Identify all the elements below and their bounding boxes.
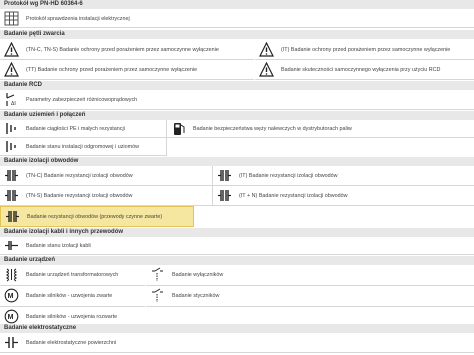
list-item-label: (TN-S) Badanie rezystancji izolacji obwo… [26,193,133,199]
list-item-cable-insulation[interactable]: Badanie stanu izolacji kabli [0,237,474,255]
section-header-protokol: Protokół wg PN-HD 60364-6 [0,0,474,9]
list-item-motor-shorted[interactable]: M Badanie silników - uzwojenia zwarte [0,286,145,307]
list-item-rcd-effectiveness[interactable]: Badanie skuteczności samoczynnego wyłącz… [255,60,474,80]
motor-icon: M [4,288,19,303]
list-item-pe-continuity[interactable]: Badanie ciągłości PE i małych rezystancj… [0,120,166,138]
contactor-icon [152,288,163,302]
warning-icon [4,62,19,77]
list-item-shorted-conductors[interactable]: Badanie rezystancji obwodów (przewody cz… [0,206,194,227]
list-item-label: Badanie styczników [172,293,220,299]
transformer-icon [5,268,18,282]
warning-icon [259,42,274,57]
list-item-it-insulation[interactable]: (IT) Badanie rezystancji izolacji obwodó… [213,166,474,186]
insulation-icon [218,190,231,201]
list-item-it-protection[interactable]: (IT) Badanie ochrony przed porażeniem pr… [255,39,474,60]
insulation-icon [5,170,18,181]
rcd-icon: ΔI [6,93,16,107]
section-header-urzadzen: Badanie urządzeń [0,256,474,265]
list-item-label: Badanie urządzeń transformatorowych [26,272,119,278]
list-item-electrostatic[interactable]: Badanie elektrostatyczne powierzchni [0,333,474,353]
list-item-tt-protection[interactable]: (TT) Badanie ochrony przed porażeniem pr… [0,60,254,80]
section-header-uziemien: Badanie uziemień i połączeń [0,111,474,120]
table-icon [4,11,19,26]
section-header-kabli: Badanie izolacji kabli i innych przewodó… [0,228,474,237]
static-icon [5,337,18,348]
section-header-izolacji: Badanie izolacji obwodów [0,157,474,166]
list-item-fuel-hoses[interactable]: Badanie bezpieczeństwa węży nalewczych w… [167,120,474,138]
breaker-icon [152,267,163,281]
ground-icon [6,123,16,134]
insulation-icon [218,170,231,181]
list-item-label: Parametry zabezpieczeń różnicowoprądowyc… [26,97,138,103]
motor-icon: M [4,309,19,324]
list-item-label: (IT + N) Badanie rezystancji izolacji ob… [239,193,348,199]
list-item-label: Badanie skuteczności samoczynnego wyłącz… [281,67,441,73]
svg-text:M: M [8,293,14,300]
list-item-label: (TT) Badanie ochrony przed porażeniem pr… [26,67,198,73]
cable-icon [5,241,18,250]
list-item-label: Badanie ciągłości PE i małych rezystancj… [26,126,125,132]
svg-text:ΔI: ΔI [11,101,16,107]
column-divider [212,166,213,206]
list-item-label: Badanie silników - uzwojenia rozwarte [26,314,118,320]
list-item-tn-protection[interactable]: (TN-C, TN-S) Badanie ochrony przed poraż… [0,39,254,60]
list-item-label: (TN-C) Badanie rezystancji izolacji obwo… [26,173,133,179]
section-header-zwarcia: Badanie pętli zwarcia [0,30,474,39]
list-item-breakers[interactable]: Badanie wyłączników [146,265,474,286]
warning-icon [259,62,274,77]
section-header-elektro: Badanie elektrostatyczne [0,324,474,333]
list-item-label: (TN-C, TN-S) Badanie ochrony przed poraż… [26,47,219,53]
list-item-transformer[interactable]: Badanie urządzeń transformatorowych [0,265,145,286]
list-item-lightning[interactable]: Badanie stanu instalacji odgromowej i uz… [0,138,166,156]
insulation-icon [6,211,19,222]
fuel-icon [174,123,185,135]
list-item-contactors[interactable]: Badanie styczników [146,286,474,307]
list-item-tnc-insulation[interactable]: (TN-C) Badanie rezystancji izolacji obwo… [0,166,212,186]
list-item-label: (IT) Badanie ochrony przed porażeniem pr… [281,47,451,53]
list-item-label: Badanie rezystancji obwodów (przewody cz… [27,214,163,220]
svg-text:M: M [8,314,14,321]
list-item-label: Badanie silników - uzwojenia zwarte [26,293,113,299]
list-item-tns-insulation[interactable]: (TN-S) Badanie rezystancji izolacji obwo… [0,186,212,206]
column-divider [166,120,167,156]
list-item-label: Protokół sprawdzenia instalacji elektryc… [26,16,130,22]
list-item-label: Badanie elektrostatyczne powierzchni [26,340,117,346]
list-item-label: Badanie wyłączników [172,272,224,278]
list-item-itn-insulation[interactable]: (IT + N) Badanie rezystancji izolacji ob… [213,186,474,206]
section-header-rcd: Badanie RCD [0,81,474,90]
insulation-icon [5,190,18,201]
list-item-rcd-params[interactable]: ΔI Parametry zabezpieczeń różnicowoprądo… [0,90,474,110]
list-item-label: Badanie stanu izolacji kabli [26,243,91,249]
list-item-label: (IT) Badanie rezystancji izolacji obwodó… [239,173,338,179]
warning-icon [4,42,19,57]
ground-icon [6,141,16,152]
list-item-protokol[interactable]: Protokół sprawdzenia instalacji elektryc… [0,9,474,28]
list-item-label: Badanie stanu instalacji odgromowej i uz… [26,144,139,150]
list-item-label: Badanie bezpieczeństwa węży nalewczych w… [193,126,352,132]
